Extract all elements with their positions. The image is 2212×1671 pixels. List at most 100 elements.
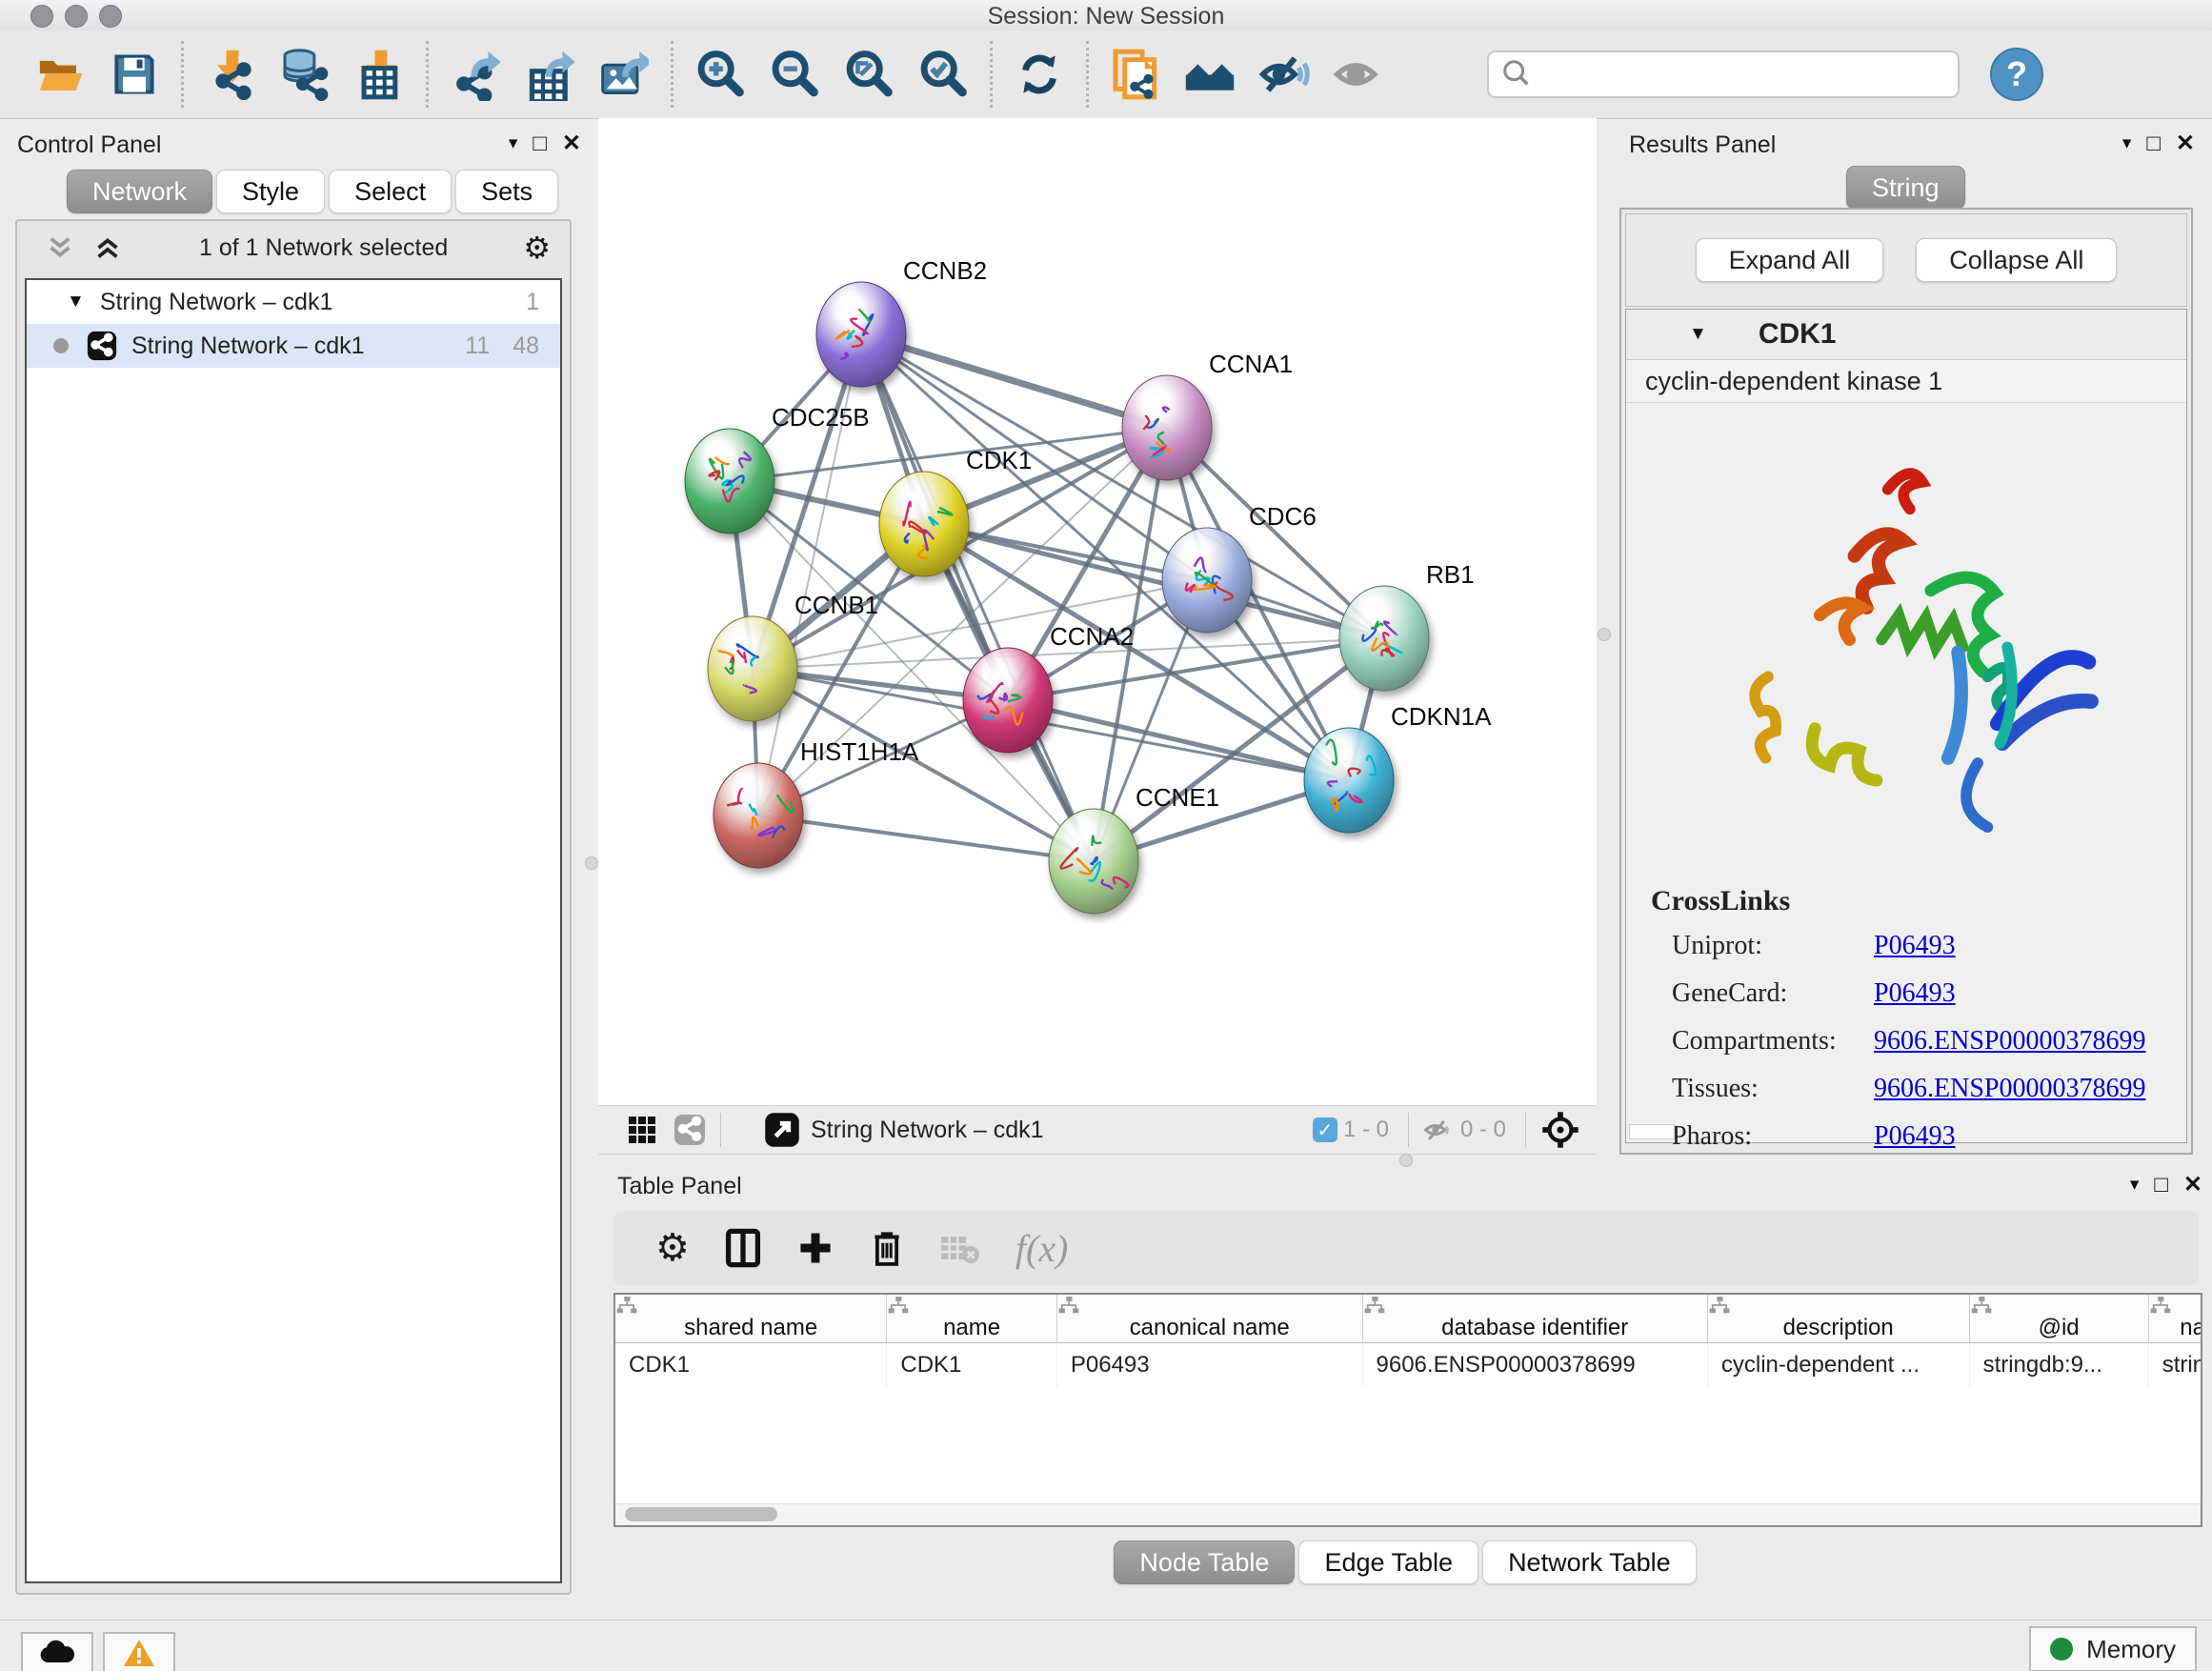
zoom-out-button[interactable] [767, 44, 822, 105]
tab-network-table[interactable]: Network Table [1482, 1540, 1697, 1584]
open-session-button[interactable] [32, 44, 88, 105]
export-network-button[interactable] [448, 44, 503, 105]
control-panel-menu-icon[interactable]: ▾ [509, 132, 518, 154]
results-panel-close-icon[interactable]: ✕ [2176, 130, 2195, 157]
tab-string[interactable]: String [1846, 166, 1965, 210]
network-style-icon[interactable] [673, 1113, 707, 1147]
search-field[interactable] [1487, 50, 1960, 98]
column-header-name[interactable]: name [887, 1295, 1057, 1343]
add-column-icon[interactable] [796, 1229, 835, 1267]
table-cell[interactable]: stringdb:9... [1969, 1343, 2148, 1388]
crosslink-link[interactable]: 9606.ENSP00000378699 [1874, 1026, 2145, 1057]
selected-checkbox[interactable]: ✓ [1313, 1117, 1337, 1142]
export-image-button[interactable] [596, 44, 652, 105]
table-panel-float-icon[interactable]: □ [2154, 1172, 2168, 1198]
crosslink-link[interactable]: 9606.ENSP00000378699 [1874, 1074, 2145, 1104]
network-node-CCNE1[interactable] [1049, 809, 1138, 914]
table-cell[interactable]: P06493 [1056, 1343, 1362, 1388]
crosslink-link[interactable]: P06493 [1874, 931, 1956, 961]
left-splitter-handle[interactable] [585, 856, 598, 870]
show-columns-icon[interactable] [724, 1227, 762, 1269]
collapse-all-networks-icon[interactable] [44, 232, 76, 264]
import-network-file-button[interactable] [203, 44, 258, 105]
import-table-button[interactable] [352, 44, 407, 105]
help-button[interactable]: ? [1990, 48, 2043, 101]
collection-disclosure-icon[interactable]: ▼ [67, 292, 85, 312]
column-header-@id[interactable]: @id [1969, 1295, 2148, 1343]
network-node-CCNB2[interactable] [816, 282, 906, 387]
save-session-button[interactable] [107, 44, 162, 105]
protein-disclosure-icon[interactable]: ▼ [1689, 324, 1707, 345]
table-row[interactable]: CDK1CDK1P064939606.ENSP00000378699cyclin… [615, 1343, 2202, 1388]
table-options-gear-icon[interactable]: ⚙ [655, 1226, 690, 1270]
search-input[interactable] [1540, 60, 1958, 89]
network-graph[interactable]: CCNB2CCNA1CDC25BCDK1CDC6RB1CCNB1CCNA2CDK… [598, 118, 1597, 1105]
show-graphics-details-button[interactable] [1331, 44, 1386, 105]
table-cell[interactable]: cyclin-dependent ... [1707, 1343, 1969, 1388]
fit-content-crosshair-icon[interactable] [1539, 1109, 1581, 1151]
column-header-description[interactable]: description [1707, 1295, 1969, 1343]
tab-network[interactable]: Network [67, 170, 212, 213]
tab-select[interactable]: Select [329, 170, 452, 213]
crosslink-link[interactable]: P06493 [1874, 1121, 1956, 1152]
results-panel-float-icon[interactable]: □ [2146, 131, 2161, 157]
protein-card-header[interactable]: ▼ CDK1 [1626, 310, 2186, 360]
network-edge[interactable] [861, 334, 1167, 428]
crosslink-link[interactable]: P06493 [1874, 978, 1956, 1009]
column-header-shared-name[interactable]: shared name [615, 1295, 887, 1343]
tab-edge-table[interactable]: Edge Table [1298, 1540, 1478, 1584]
network-edge[interactable] [861, 334, 1094, 861]
network-node-CCNA1[interactable] [1122, 375, 1212, 480]
collapse-all-button[interactable]: Collapse All [1916, 238, 2117, 282]
table-cell[interactable]: stringdb [2148, 1343, 2202, 1388]
network-edge[interactable] [758, 815, 1094, 861]
column-header-namespace[interactable]: namespace [2148, 1295, 2202, 1343]
export-table-button[interactable] [522, 44, 577, 105]
table-cell[interactable]: 9606.ENSP00000378699 [1362, 1343, 1707, 1388]
expand-all-networks-icon[interactable] [91, 232, 124, 264]
network-row[interactable]: String Network – cdk1 11 48 [27, 324, 560, 368]
zoom-fit-button[interactable] [841, 44, 896, 105]
network-node-CCNB1[interactable] [708, 616, 797, 721]
control-panel-float-icon[interactable]: □ [533, 131, 547, 157]
network-options-gear-icon[interactable]: ⚙ [523, 230, 551, 266]
zoom-in-button[interactable] [693, 44, 748, 105]
tab-sets[interactable]: Sets [455, 170, 558, 213]
network-node-HIST1H1A[interactable] [714, 763, 803, 868]
new-network-from-selection-button[interactable] [1108, 44, 1163, 105]
show-hide-button[interactable] [1257, 44, 1312, 105]
right-splitter-handle[interactable] [1598, 628, 1611, 641]
zoom-selected-button[interactable] [915, 44, 971, 105]
network-node-CDC6[interactable] [1162, 528, 1252, 633]
control-panel-close-icon[interactable]: ✕ [562, 130, 581, 157]
tab-style[interactable]: Style [216, 170, 325, 213]
card-scrollbar[interactable] [1629, 1124, 1675, 1139]
import-network-database-button[interactable] [277, 44, 332, 105]
table-hscrollbar[interactable] [615, 1503, 2201, 1525]
export-view-icon[interactable] [763, 1111, 801, 1149]
expand-all-button[interactable]: Expand All [1696, 238, 1884, 282]
table-panel-menu-icon[interactable]: ▾ [2130, 1174, 2140, 1196]
network-node-CDK1[interactable] [879, 472, 969, 576]
network-node-CDKN1A[interactable] [1304, 728, 1394, 833]
table-hscroll-thumb[interactable] [625, 1507, 777, 1521]
first-neighbors-button[interactable] [1182, 44, 1237, 105]
table-cell[interactable]: CDK1 [887, 1343, 1057, 1388]
network-node-RB1[interactable] [1339, 586, 1429, 691]
column-header-canonical-name[interactable]: canonical name [1056, 1295, 1362, 1343]
table-cell[interactable]: CDK1 [615, 1343, 887, 1388]
tab-node-table[interactable]: Node Table [1114, 1540, 1295, 1584]
column-header-database-identifier[interactable]: database identifier [1362, 1295, 1707, 1343]
network-node-CCNA2[interactable] [963, 648, 1053, 753]
network-view-canvas[interactable]: CCNB2CCNA1CDC25BCDK1CDC6RB1CCNB1CCNA2CDK… [598, 118, 1597, 1105]
bottom-splitter-handle[interactable] [1399, 1154, 1413, 1167]
network-node-CDC25B[interactable] [685, 429, 774, 534]
results-panel-menu-icon[interactable]: ▾ [2122, 132, 2132, 154]
refresh-layout-button[interactable] [1012, 44, 1067, 105]
network-collection-row[interactable]: ▼ String Network – cdk1 1 [27, 280, 560, 324]
memory-button[interactable]: Memory [2029, 1626, 2197, 1671]
network-edge[interactable] [1008, 700, 1349, 780]
birds-eye-view-icon[interactable] [625, 1113, 659, 1147]
delete-column-icon[interactable] [869, 1227, 905, 1269]
table-panel-close-icon[interactable]: ✕ [2183, 1171, 2202, 1198]
